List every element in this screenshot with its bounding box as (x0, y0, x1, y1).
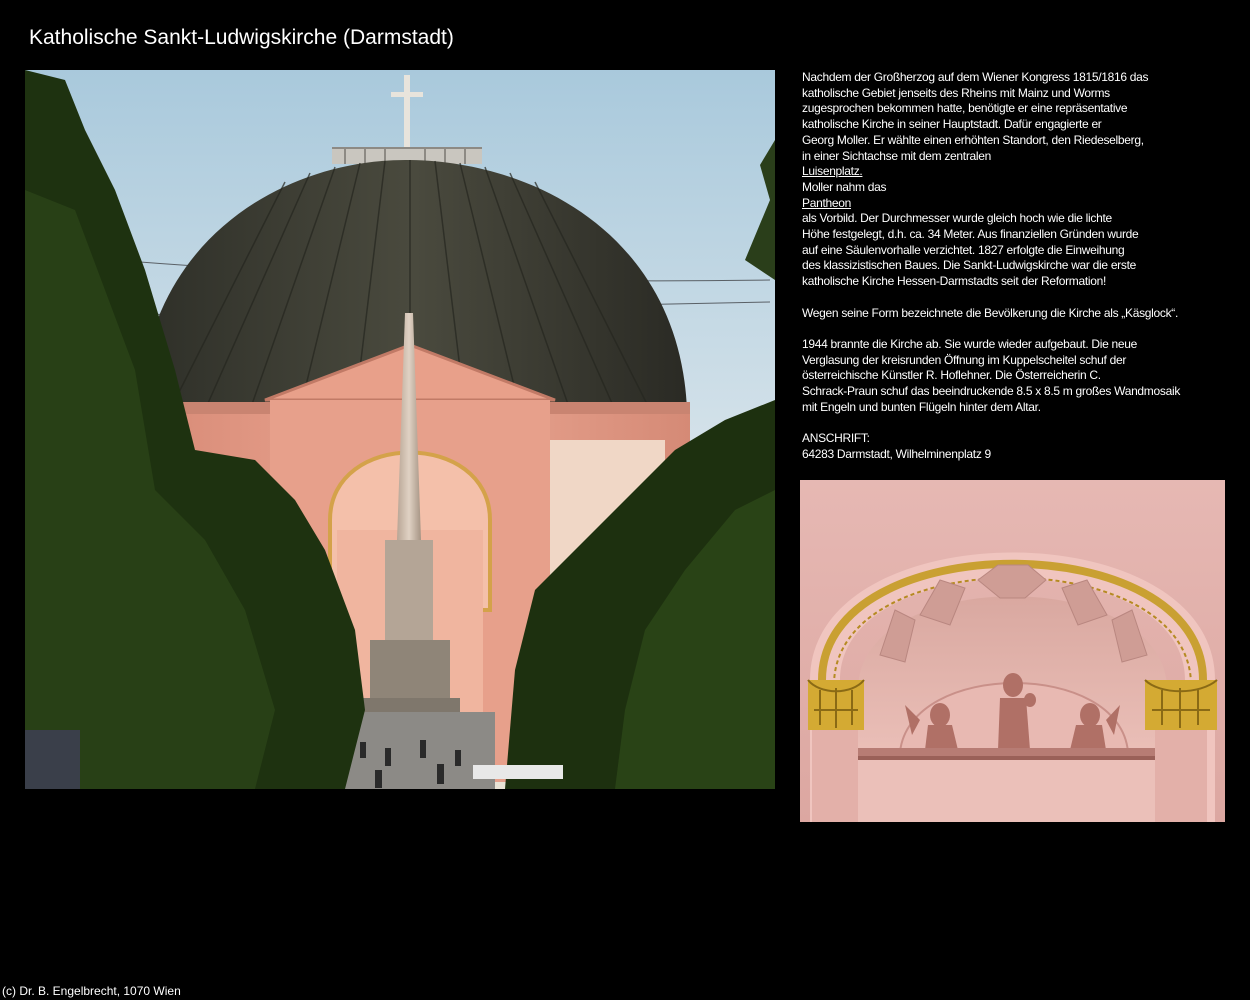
address-block: ANSCHRIFT: 64283 Darmstadt, Wilhelminenp… (802, 431, 1222, 462)
text-line: Moller nahm das (802, 179, 887, 194)
text-line: Höhe festgelegt, d.h. ca. 34 Meter. Aus … (802, 227, 1139, 242)
text-line: katholische Kirche Hessen-Darmstadts sei… (802, 274, 1107, 289)
text-line: 1944 brannte die Kirche ab. Sie wurde wi… (802, 336, 1138, 351)
portal-detail-photo (800, 480, 1225, 822)
main-church-photo (25, 70, 775, 789)
page-title: Katholische Sankt-Ludwigskirche (Darmsta… (29, 26, 454, 49)
address-value: 64283 Darmstadt, Wilhelminenplatz 9 (802, 446, 991, 461)
text-line: Schrack-Praun schuf das beeindruckende 8… (802, 384, 1181, 399)
text-line: Georg Moller. Er wählte einen erhöhten S… (802, 132, 1144, 147)
church-dome-photo-icon (25, 70, 775, 789)
text-line: in einer Sichtachse mit dem zentralen (802, 148, 991, 163)
portal-arch-relief-photo-icon (800, 480, 1225, 822)
description-paragraph-nickname: Wegen seine Form bezeichnete die Bevölke… (802, 306, 1222, 322)
text-line: katholische Gebiet jenseits des Rheins m… (802, 85, 1110, 100)
text-line: des klassizistischen Baues. Die Sankt-Lu… (802, 258, 1136, 273)
pantheon-link[interactable]: Pantheon (802, 196, 851, 212)
text-line: auf eine Säulenvorhalle verzichtet. 1827… (802, 242, 1125, 257)
church-description: Nachdem der Großherzog auf dem Wiener Ko… (802, 70, 1222, 478)
luisenplatz-line: Luisenplatz. (802, 164, 1222, 180)
copyright-footer: (c) Dr. B. Engelbrecht, 1070 Wien (2, 984, 181, 998)
pantheon-line: Pantheon (802, 196, 1222, 212)
description-paragraph-history: Nachdem der Großherzog auf dem Wiener Ko… (802, 70, 1222, 290)
description-paragraph-reconstruction: 1944 brannte die Kirche ab. Sie wurde wi… (802, 337, 1222, 416)
luisenplatz-link[interactable]: Luisenplatz. (802, 164, 863, 180)
text-line: Wegen seine Form bezeichnete die Bevölke… (802, 305, 1179, 320)
text-line: mit Engeln und bunten Flügeln hinter dem… (802, 399, 1041, 414)
text-line: zugesprochen bekommen hatte, benötigte e… (802, 101, 1128, 116)
text-line: Nachdem der Großherzog auf dem Wiener Ko… (802, 70, 1149, 84)
text-line: österreichische Künstler R. Hoflehner. D… (802, 368, 1101, 383)
address-label: ANSCHRIFT: (802, 431, 870, 446)
text-line: katholische Kirche in seiner Hauptstadt.… (802, 117, 1102, 132)
text-line: als Vorbild. Der Durchmesser wurde gleic… (802, 211, 1112, 226)
text-line: Verglasung der kreisrunden Öffnung im Ku… (802, 352, 1127, 367)
